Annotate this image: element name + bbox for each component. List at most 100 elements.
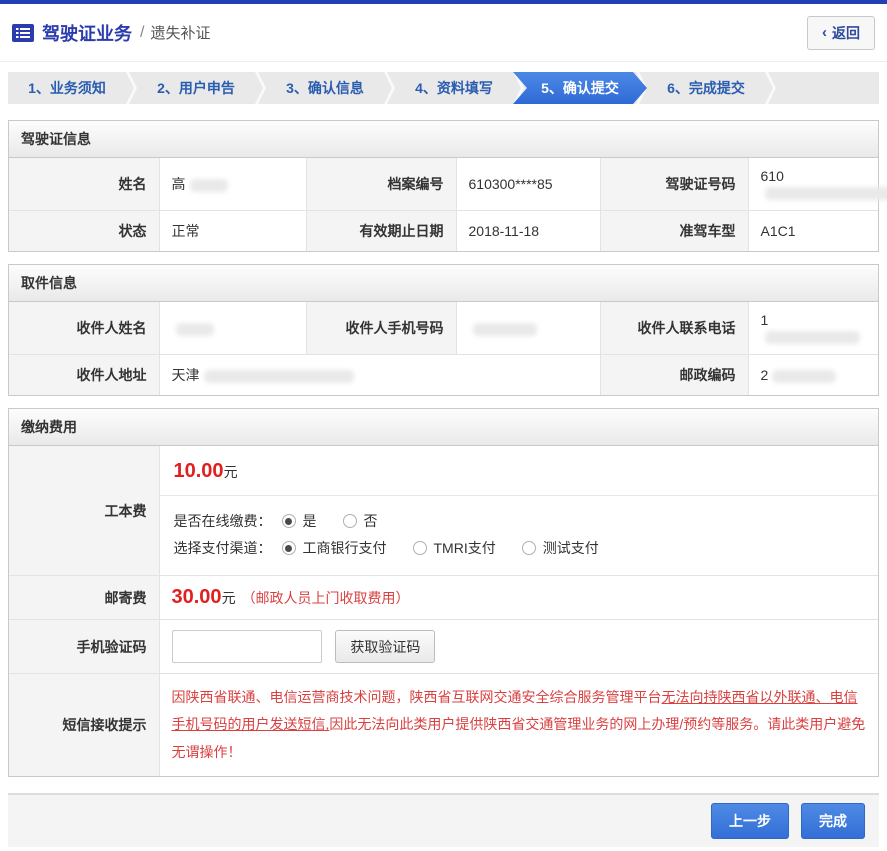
recipient-mobile-value: [456, 302, 600, 355]
step-1-notice[interactable]: 1、业务须知: [8, 72, 126, 104]
breadcrumb-separator: /: [140, 24, 144, 42]
finish-button[interactable]: 完成: [801, 803, 865, 839]
production-fee-cell: 10.00元 是否在线缴费： 是 否: [159, 446, 878, 576]
sms-tip-text: 因陕西省联通、电信运营商技术问题，陕西省互联网交通安全综合服务管理平台无法向持陕…: [172, 684, 867, 766]
status-label: 状态: [9, 211, 159, 252]
step-separator-icon: [384, 72, 395, 104]
production-fee-amount-line: 10.00元: [160, 446, 879, 496]
postcode-label: 邮政编码: [600, 355, 748, 396]
expiry-label: 有效期止日期: [306, 211, 456, 252]
license-info-section: 驾驶证信息 姓名 高 档案编号 610300****85 驾驶证号码 610 状…: [8, 120, 879, 252]
chevron-left-icon: ‹: [822, 24, 827, 41]
radio-online-yes-label: 是: [303, 511, 317, 531]
production-fee-unit: 元: [224, 464, 238, 480]
radio-online-no[interactable]: 否: [343, 511, 378, 531]
vehicle-class-value: A1C1: [748, 211, 878, 252]
online-pay-question-row: 是否在线缴费： 是 否: [174, 511, 865, 531]
license-no-label: 驾驶证号码: [600, 158, 748, 211]
redacted-value: [176, 323, 214, 336]
pickup-info-section: 取件信息 收件人姓名 收件人手机号码 收件人联系电话 1 收件人地址 天津 邮政…: [8, 264, 879, 396]
radio-channel-icbc-label: 工商银行支付: [303, 538, 387, 558]
production-fee-label: 工本费: [9, 446, 159, 576]
fees-section: 缴纳费用 工本费 10.00元 是否在线缴费： 是: [8, 408, 879, 777]
online-pay-question: 是否在线缴费：: [174, 511, 272, 531]
redacted-value: [204, 370, 354, 383]
table-row: 姓名 高 档案编号 610300****85 驾驶证号码 610: [9, 158, 878, 211]
radio-channel-tmri-label: TMRI支付: [434, 538, 496, 558]
table-row: 收件人姓名 收件人手机号码 收件人联系电话 1: [9, 302, 878, 355]
previous-step-button[interactable]: 上一步: [711, 803, 789, 839]
step-5-confirm-submit[interactable]: 5、确认提交: [513, 72, 647, 104]
postcode-value: 2: [748, 355, 878, 396]
fees-table: 工本费 10.00元 是否在线缴费： 是 否: [9, 446, 878, 776]
table-row: 手机验证码 获取验证码: [9, 620, 878, 674]
license-section-title: 驾驶证信息: [9, 121, 878, 158]
table-row: 短信接收提示 因陕西省联通、电信运营商技术问题，陕西省互联网交通安全综合服务管理…: [9, 674, 878, 776]
pickup-info-table: 收件人姓名 收件人手机号码 收件人联系电话 1 收件人地址 天津 邮政编码 2: [9, 302, 878, 395]
page-header: 驾驶证业务 / 遗失补证 ‹ 返回: [0, 4, 887, 62]
file-no-value: 610300****85: [456, 158, 600, 211]
redacted-value: [765, 187, 887, 200]
recipient-name-value: [159, 302, 306, 355]
radio-channel-test[interactable]: 测试支付: [522, 538, 599, 558]
sms-tip-cell: 因陕西省联通、电信运营商技术问题，陕西省互联网交通安全综合服务管理平台无法向持陕…: [159, 674, 878, 776]
step-separator-icon: [765, 72, 776, 104]
step-3-confirm-info[interactable]: 3、确认信息: [266, 72, 384, 104]
table-row: 状态 正常 有效期止日期 2018-11-18 准驾车型 A1C1: [9, 211, 878, 252]
recipient-address-value: 天津: [159, 355, 600, 396]
radio-circle-icon: [522, 541, 536, 555]
get-code-button[interactable]: 获取验证码: [335, 630, 435, 663]
expiry-value: 2018-11-18: [456, 211, 600, 252]
redacted-value: [765, 331, 860, 344]
back-button[interactable]: ‹ 返回: [807, 16, 875, 50]
page-title: 驾驶证业务: [42, 20, 132, 46]
redacted-value: [473, 323, 537, 336]
license-no-value: 610: [748, 158, 878, 211]
mail-fee-cell: 30.00元 （邮政人员上门收取费用）: [159, 576, 878, 620]
recipient-address-label: 收件人地址: [9, 355, 159, 396]
license-info-table: 姓名 高 档案编号 610300****85 驾驶证号码 610 状态 正常 有…: [9, 158, 878, 251]
radio-circle-icon: [413, 541, 427, 555]
steps-filler: [776, 72, 879, 104]
redacted-value: [190, 179, 228, 192]
sms-code-input[interactable]: [172, 630, 322, 663]
captcha-label: 手机验证码: [9, 620, 159, 674]
radio-channel-tmri[interactable]: TMRI支付: [413, 538, 496, 558]
radio-channel-test-label: 测试支付: [543, 538, 599, 558]
pickup-section-title: 取件信息: [9, 265, 878, 302]
recipient-phone-label: 收件人联系电话: [600, 302, 748, 355]
step-4-fill-data[interactable]: 4、资料填写: [395, 72, 513, 104]
table-row: 工本费 10.00元 是否在线缴费： 是 否: [9, 446, 878, 576]
step-2-declaration[interactable]: 2、用户申告: [137, 72, 255, 104]
radio-online-yes[interactable]: 是: [282, 511, 317, 531]
captcha-cell: 获取验证码: [159, 620, 878, 674]
list-icon: [12, 24, 34, 42]
status-value: 正常: [159, 211, 306, 252]
radio-channel-icbc[interactable]: 工商银行支付: [282, 538, 387, 558]
redacted-value: [772, 370, 836, 383]
step-6-done[interactable]: 6、完成提交: [647, 72, 765, 104]
mail-fee-note: （邮政人员上门收取费用）: [242, 590, 410, 606]
back-button-label: 返回: [832, 23, 860, 43]
recipient-mobile-label: 收件人手机号码: [306, 302, 456, 355]
recipient-phone-value: 1: [748, 302, 878, 355]
file-no-label: 档案编号: [306, 158, 456, 211]
pay-channel-question: 选择支付渠道：: [174, 538, 272, 558]
breadcrumb-current: 遗失补证: [150, 22, 210, 43]
sms-tip-label: 短信接收提示: [9, 674, 159, 776]
table-row: 收件人地址 天津 邮政编码 2: [9, 355, 878, 396]
step-separator-icon: [255, 72, 266, 104]
pay-channel-question-row: 选择支付渠道： 工商银行支付 TMRI支付 测试支付: [174, 538, 865, 558]
footer-action-bar: 上一步 完成: [8, 793, 879, 847]
production-fee-amount: 10.00: [174, 460, 224, 482]
radio-circle-icon: [343, 514, 357, 528]
recipient-name-label: 收件人姓名: [9, 302, 159, 355]
table-row: 邮寄费 30.00元（邮政人员上门收取费用）: [9, 576, 878, 620]
mail-fee-unit: 元: [222, 590, 236, 606]
pay-options: 是否在线缴费： 是 否 选择支付渠道：: [160, 496, 879, 575]
vehicle-class-label: 准驾车型: [600, 211, 748, 252]
name-value: 高: [159, 158, 306, 211]
radio-circle-icon: [282, 514, 296, 528]
mail-fee-amount: 30.00: [172, 586, 222, 608]
radio-circle-icon: [282, 541, 296, 555]
